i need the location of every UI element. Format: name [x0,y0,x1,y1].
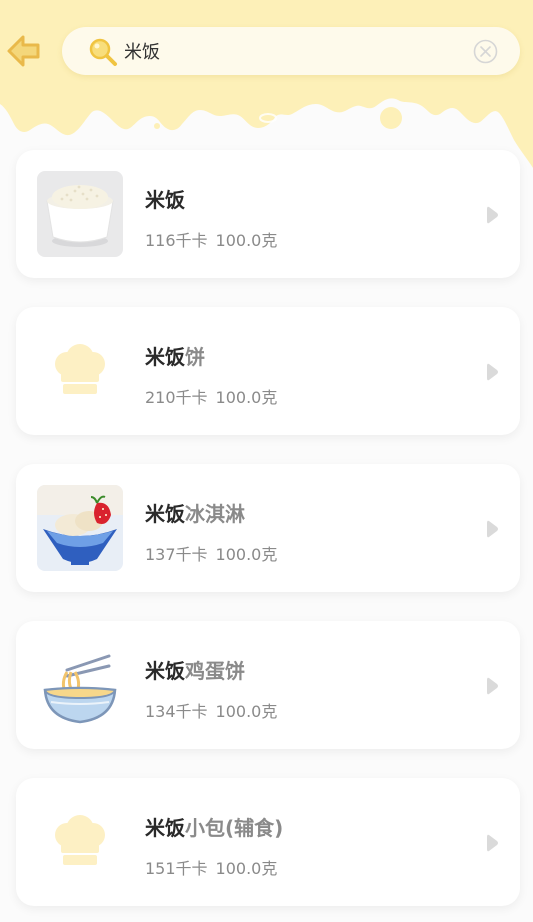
list-item[interactable]: 米饭鸡蛋饼 134千卡 100.0克 [16,621,520,749]
food-meta: 137千卡 100.0克 [145,545,278,564]
chef-hat-placeholder-icon [37,799,123,885]
food-meta: 134千卡 100.0克 [145,702,278,721]
search-input[interactable] [124,27,464,75]
search-bar[interactable] [62,27,520,75]
list-item[interactable]: 米饭小包(辅食) 151千卡 100.0克 [16,778,520,906]
list-item[interactable]: 米饭饼 210千卡 100.0克 [16,307,520,435]
ice-cream-photo [37,485,123,571]
chevron-right-icon [487,363,498,381]
food-name: 米饭 [145,188,185,212]
food-meta: 151千卡 100.0克 [145,859,278,878]
chevron-right-icon [487,520,498,538]
search-results-page: 米饭 116千卡100.0克 米饭饼 210千卡100.0克 [0,0,533,922]
noodle-bowl-icon [37,642,123,728]
list-item[interactable]: 米饭 116千卡 100.0克 [16,150,520,278]
food-name: 米饭冰淇淋 [145,502,245,526]
food-meta: 210千卡 100.0克 [145,388,278,407]
chevron-right-icon [487,677,498,695]
food-meta: 116千卡 100.0克 [145,231,278,250]
chevron-right-icon [487,206,498,224]
rice-bowl-photo [37,171,123,257]
chevron-right-icon [487,834,498,852]
search-icon [89,38,117,66]
clear-icon[interactable] [473,39,498,64]
food-name: 米饭小包(辅食) [145,816,284,840]
food-name: 米饭饼 [145,345,205,369]
back-button[interactable] [4,31,44,71]
list-item[interactable]: 米饭冰淇淋 137千卡 100.0克 [16,464,520,592]
result-list: 米饭 116千卡 100.0克 米饭饼 210千卡 100.0克 米饭冰淇淋 1… [16,150,520,922]
food-name: 米饭鸡蛋饼 [145,659,245,683]
chef-hat-placeholder-icon [37,328,123,414]
back-arrow-icon [7,35,40,67]
